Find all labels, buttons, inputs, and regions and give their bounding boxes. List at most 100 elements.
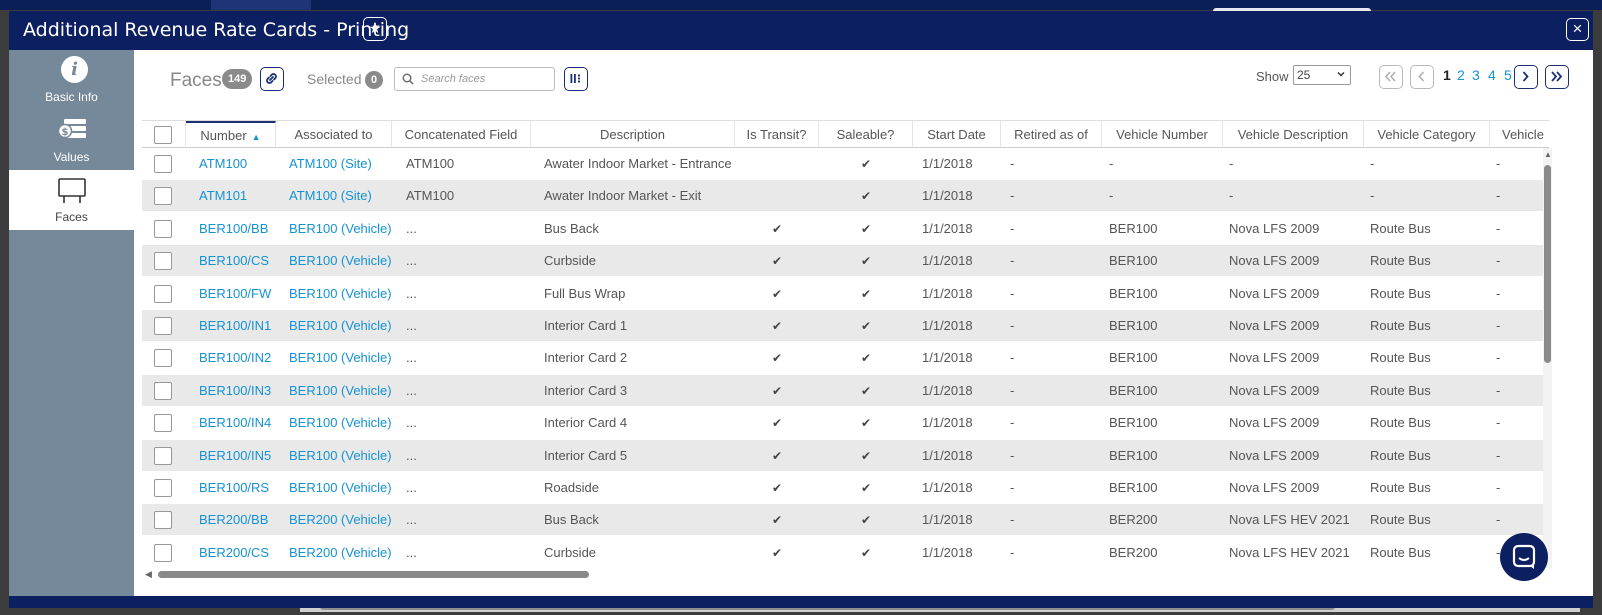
table-row[interactable]: BER100/IN5 BER100 (Vehicle)... Interior Ca… [142,439,1549,472]
cell-associated-to[interactable]: BER100 (Vehicle) [289,440,405,472]
cell-number[interactable]: BER100/CS [199,245,289,277]
scroll-up-icon[interactable]: ▲ [1544,150,1552,159]
cell-number[interactable]: BER100/IN4 [199,407,289,439]
row-checkbox[interactable] [154,511,172,530]
table-row[interactable]: BER100/CS BER100 (Vehicle)... Curbside ✔ ✔ 1/… [142,245,1549,278]
sidebar-item-faces[interactable]: Faces [9,170,134,230]
cell-vehicle: - [1496,512,1501,528]
column-header-vehicle-category[interactable]: Vehicle Category [1364,121,1490,148]
selected-label: Selected [307,71,362,87]
table-row[interactable]: BER100/BB BER100 (Vehicle)... Bus Back ✔ ✔ 1/… [142,213,1549,245]
table-row[interactable]: ATM100 ATM100 (Site) ATM100 Awater Indoor M… [142,148,1549,180]
column-header-is-transit[interactable]: Is Transit? [735,121,819,148]
cell-number[interactable]: BER100/BB [199,213,289,245]
cell-associated-to[interactable]: BER100 (Vehicle) [289,472,405,504]
cell-number[interactable]: BER100/RS [199,472,289,504]
cell-associated-to[interactable]: BER100 (Vehicle) [289,342,405,374]
row-checkbox[interactable] [154,219,172,238]
sidebar-item-values[interactable]: $ Values [9,110,134,170]
table-row[interactable]: BER100/IN1 BER100 (Vehicle)... Interior Ca… [142,310,1549,342]
column-header-vehicle-number[interactable]: Vehicle Number [1102,121,1223,148]
checkmark-icon: ✔ [771,481,783,495]
cell-number[interactable]: BER200/BB [199,504,289,536]
checkmark-icon: ✔ [860,513,872,528]
previous-page-button[interactable] [1410,65,1434,89]
table-row[interactable]: BER100/RS BER100 (Vehicle)... Roadside ✔ ✔ 1/… [142,472,1549,504]
row-checkbox[interactable] [154,155,172,173]
first-page-button[interactable] [1379,65,1403,89]
horizontal-scrollbar-thumb[interactable] [158,571,589,578]
column-header-associated-to[interactable]: Associated to [276,121,392,148]
cell-associated-to[interactable]: BER200 (Vehicle) [289,504,405,536]
cell-associated-to[interactable]: BER100 (Vehicle) [289,245,405,277]
modal-title: Additional Revenue Rate Cards - Printing [23,19,410,41]
page-link-1[interactable]: 1 [1443,67,1451,83]
cell-associated-to[interactable]: BER100 (Vehicle) [289,213,405,245]
table-row[interactable]: ATM101 ATM100 (Site) ATM100 Awater Indoor M… [142,180,1549,213]
vertical-scrollbar-thumb[interactable] [1544,165,1551,363]
table-row[interactable]: BER200/CS BER200 (Vehicle)... Curbside ✔ ✔ 1/… [142,537,1549,569]
select-all-checkbox[interactable] [154,126,172,144]
column-header-description[interactable]: Description [531,121,735,148]
column-header-number[interactable]: Number ▲ [186,121,276,148]
row-checkbox[interactable] [154,252,172,271]
cell-associated-to[interactable]: BER100 (Vehicle) [289,278,405,310]
cell-associated-to[interactable]: ATM100 (Site) [289,148,405,180]
favorite-button[interactable]: ★ [363,17,387,41]
page-link-2[interactable]: 2 [1457,67,1465,83]
cell-number[interactable]: ATM100 [199,148,289,180]
row-checkbox[interactable] [154,349,172,368]
table-row[interactable]: BER200/BB BER200 (Vehicle)... Bus Back ✔ ✔ 1/… [142,504,1549,537]
column-header-saleable[interactable]: Saleable? [819,121,913,148]
next-page-button[interactable] [1514,65,1538,89]
cell-number[interactable]: BER100/IN5 [199,440,289,472]
cell-number[interactable]: BER100/IN3 [199,375,289,407]
search-input[interactable] [421,70,551,88]
cell-vehicle-number: BER200 [1109,544,1158,560]
page-size-select[interactable]: 25 [1293,65,1351,85]
column-chooser-button[interactable] [564,67,588,91]
cell-associated-to[interactable]: BER100 (Vehicle) [289,310,405,342]
cell-number[interactable]: BER100/FW [199,278,289,310]
row-checkbox[interactable] [154,381,172,400]
cell-associated-to[interactable]: BER100 (Vehicle) [289,407,405,439]
cell-associated-to[interactable]: ATM100 (Site) [289,180,405,212]
sidebar-item-basic-info[interactable]: i Basic Info [9,50,134,110]
cell-vehicle-category: - [1370,188,1375,204]
row-checkbox[interactable] [154,187,172,206]
page-link-3[interactable]: 3 [1472,67,1480,83]
column-header-concatenated-field[interactable]: Concatenated Field [392,121,531,148]
table-row[interactable]: BER100/IN2 BER100 (Vehicle)... Interior Ca… [142,342,1549,375]
column-header-retired-as-of[interactable]: Retired as of [1001,121,1102,148]
cell-is-transit: ✔ [735,504,819,536]
page-link-5[interactable]: 5 [1504,67,1512,83]
column-header-start-date[interactable]: Start Date [913,121,1001,148]
row-checkbox[interactable] [154,543,172,562]
row-checkbox[interactable] [154,284,172,303]
last-page-button[interactable] [1545,65,1569,89]
row-checkbox[interactable] [154,479,172,497]
row-checkbox[interactable] [154,414,172,433]
cell-number[interactable]: BER100/IN2 [199,342,289,374]
page-link-4[interactable]: 4 [1488,67,1496,83]
scroll-left-icon[interactable]: ◀ [145,569,152,580]
cell-is-transit: ✔ [735,472,819,504]
cell-number[interactable]: ATM101 [199,180,289,212]
cell-associated-to[interactable]: BER100 (Vehicle) [289,375,405,407]
column-header-vehicle-description[interactable]: Vehicle Description [1223,121,1364,148]
row-checkbox[interactable] [154,446,172,465]
app-screen: Additional Revenue Rate Cards - Printing… [0,0,1602,615]
close-button[interactable]: × [1566,18,1589,41]
cell-associated-to[interactable]: BER200 (Vehicle) [289,537,405,569]
billboard-icon [58,178,86,203]
chat-launcher-button[interactable] [1500,533,1548,581]
cell-number[interactable]: BER100/IN1 [199,310,289,342]
cell-number[interactable]: BER200/CS [199,537,289,569]
column-header-vehicle[interactable]: Vehicle [1490,121,1549,148]
table-row[interactable]: BER100/IN4 BER100 (Vehicle)... Interior Ca… [142,407,1549,440]
double-chevron-left-icon [1384,71,1396,82]
link-button[interactable] [260,67,284,91]
table-row[interactable]: BER100/IN3 BER100 (Vehicle)... Interior Ca… [142,374,1549,407]
row-checkbox[interactable] [154,317,172,335]
table-row[interactable]: BER100/FW BER100 (Vehicle)... Full Bus Wra… [142,278,1549,310]
